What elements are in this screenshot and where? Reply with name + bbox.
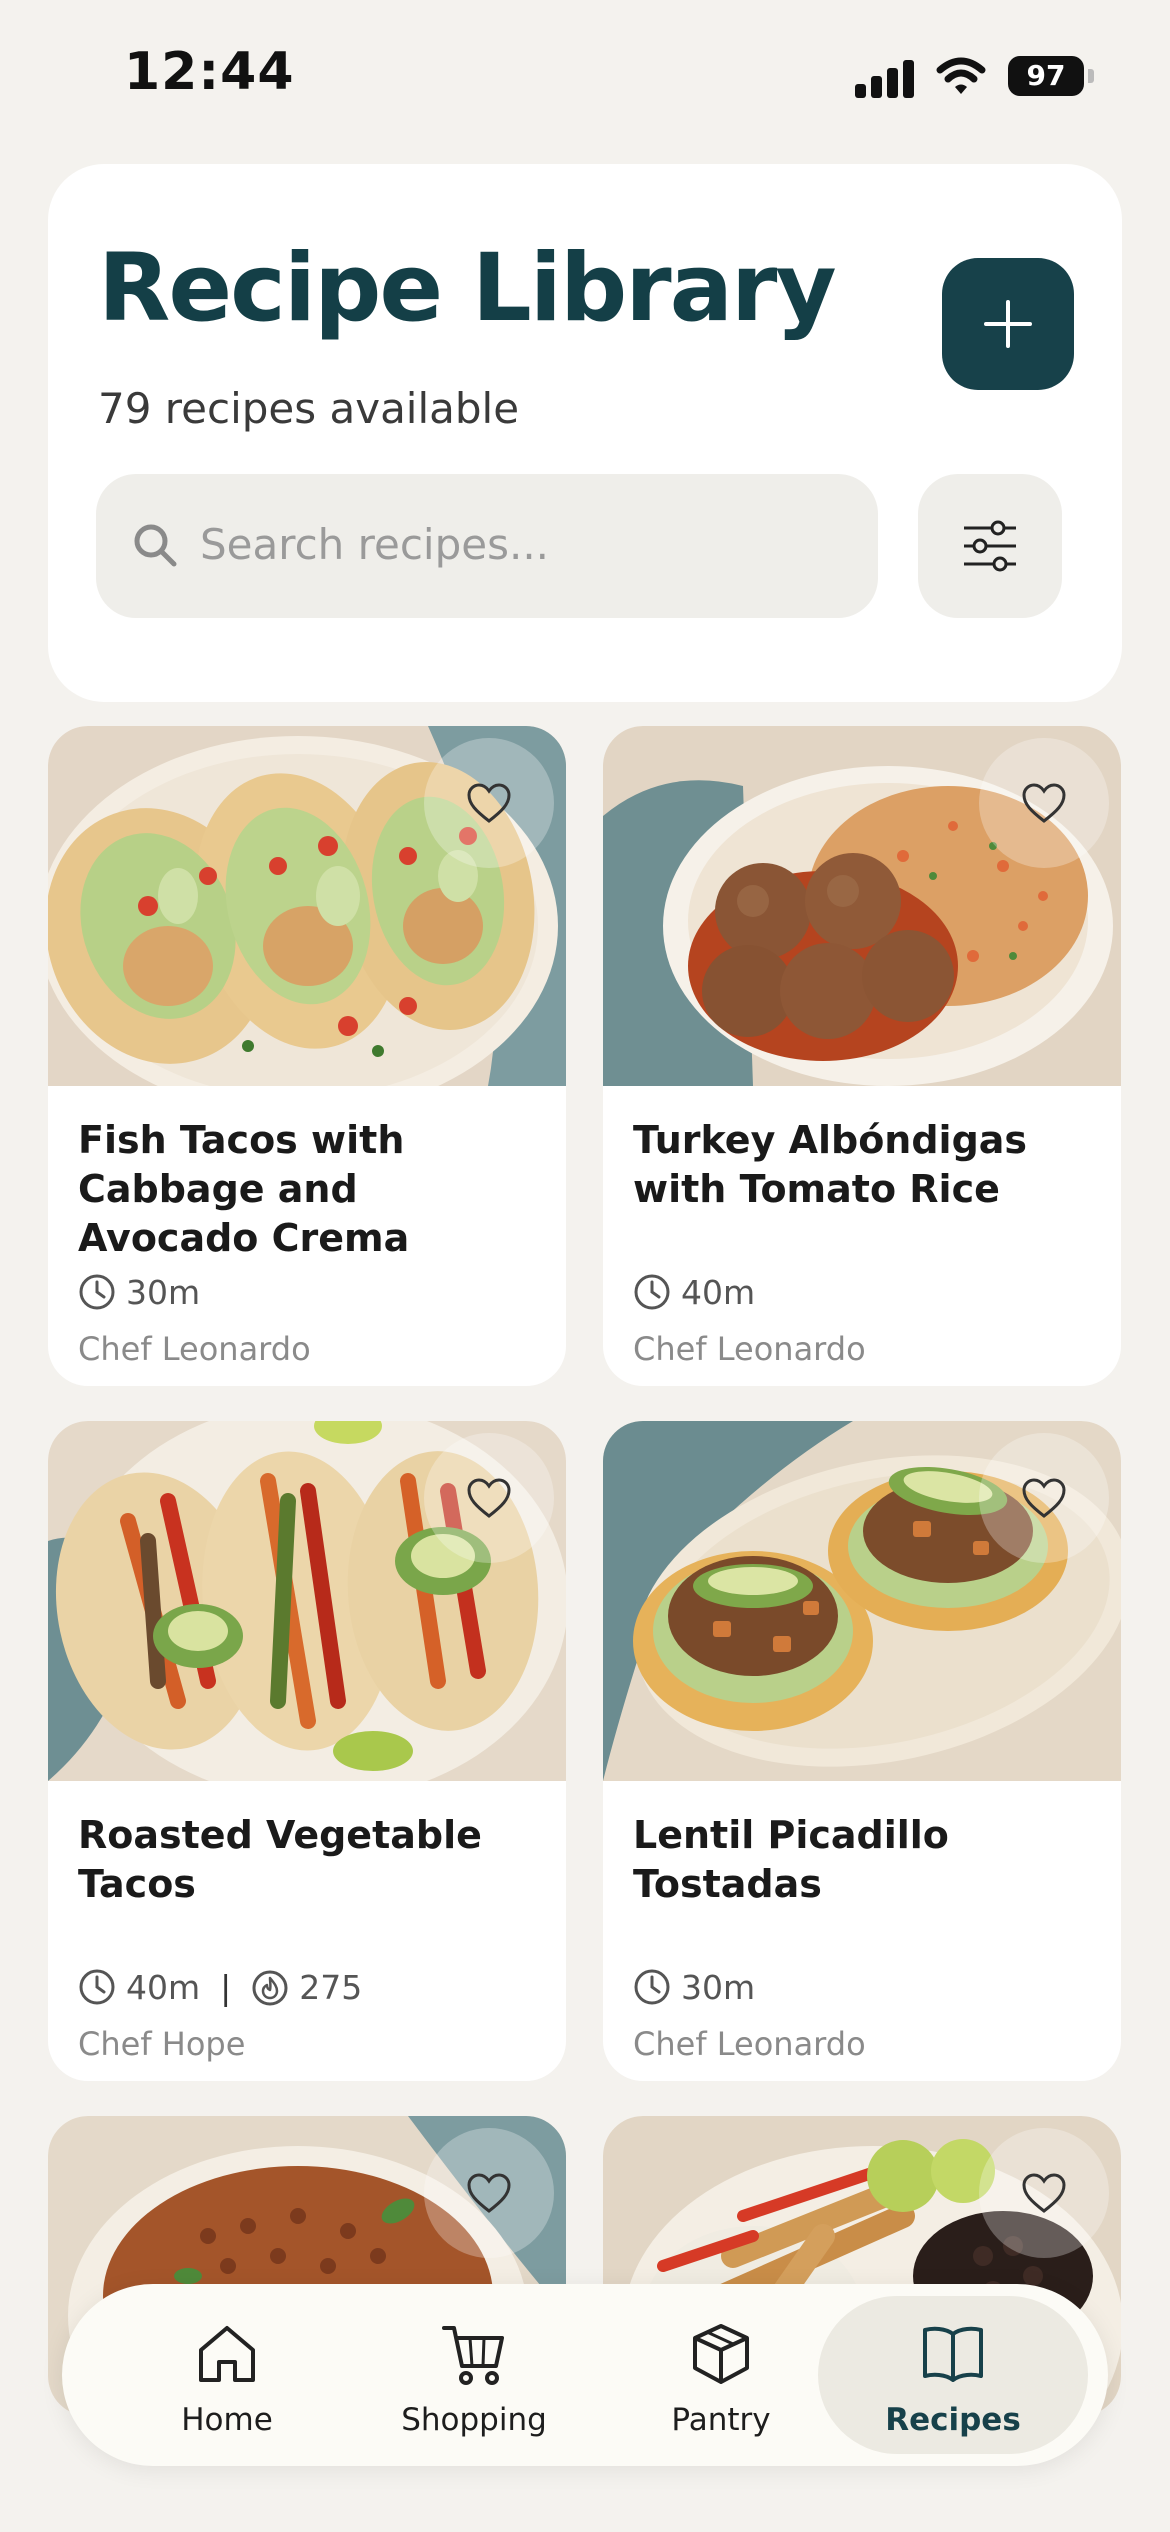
recipe-card[interactable]: Fish Tacos with Cabbage and Avocado Crem… bbox=[48, 726, 566, 1386]
header-card: Recipe Library 79 recipes available Sear… bbox=[48, 164, 1122, 702]
cook-time: 40m bbox=[681, 1272, 756, 1312]
wifi-icon bbox=[936, 57, 986, 94]
heart-icon bbox=[1022, 1478, 1066, 1518]
home-icon bbox=[199, 2326, 255, 2382]
nav-item-shopping[interactable]: Shopping bbox=[339, 2296, 609, 2454]
recipe-title: Lentil Picadillo Tostadas bbox=[633, 1813, 949, 1906]
heart-icon bbox=[1022, 2173, 1066, 2213]
nav-label: Recipes bbox=[885, 2402, 1021, 2438]
recipe-meta: 40m bbox=[633, 1272, 755, 1312]
recipe-image bbox=[603, 1421, 1121, 1781]
favorite-button[interactable] bbox=[979, 2128, 1109, 2258]
nav-item-home[interactable]: Home bbox=[92, 2296, 362, 2454]
search-placeholder: Search recipes... bbox=[200, 520, 550, 569]
recipe-author: Chef Hope bbox=[78, 2025, 246, 2063]
recipe-card[interactable]: Turkey Albóndigas with Tomato Rice 40m C… bbox=[603, 726, 1121, 1386]
nav-label: Pantry bbox=[671, 2402, 771, 2438]
nav-item-pantry[interactable]: Pantry bbox=[586, 2296, 856, 2454]
recipe-title: Turkey Albóndigas with Tomato Rice bbox=[633, 1118, 1028, 1211]
recipe-card[interactable]: Lentil Picadillo Tostadas 30m Chef Leona… bbox=[603, 1421, 1121, 2081]
recipe-author: Chef Leonardo bbox=[78, 1330, 311, 1368]
cook-time: 30m bbox=[126, 1272, 201, 1312]
recipe-meta: 30m bbox=[78, 1272, 200, 1312]
heart-icon bbox=[467, 783, 511, 823]
add-recipe-button[interactable] bbox=[942, 258, 1074, 390]
cellular-signal-icon bbox=[855, 58, 915, 98]
search-icon bbox=[134, 524, 177, 567]
favorite-button[interactable] bbox=[424, 1433, 554, 1563]
recipe-meta: 30m bbox=[633, 1967, 755, 2007]
nav-item-recipes[interactable]: Recipes bbox=[818, 2296, 1088, 2454]
clock-icon bbox=[634, 1274, 670, 1310]
box-icon bbox=[693, 2324, 749, 2384]
recipe-meta: 40m | 275 bbox=[78, 1967, 362, 2007]
cook-time: 40m bbox=[126, 1967, 201, 2007]
recipe-image bbox=[48, 726, 566, 1086]
nav-label: Shopping bbox=[401, 2402, 547, 2438]
sliders-icon bbox=[964, 520, 1016, 572]
recipe-author: Chef Leonardo bbox=[633, 1330, 866, 1368]
book-icon bbox=[923, 2326, 983, 2382]
recipe-image bbox=[48, 1421, 566, 1781]
recipe-card[interactable]: Roasted Vegetable Tacos 40m | 275 Chef H… bbox=[48, 1421, 566, 2081]
favorite-button[interactable] bbox=[424, 2128, 554, 2258]
status-time: 12:44 bbox=[124, 42, 295, 102]
cart-icon bbox=[442, 2326, 504, 2385]
heart-icon bbox=[467, 1478, 511, 1518]
heart-icon bbox=[1022, 783, 1066, 823]
clock-icon bbox=[634, 1969, 670, 2005]
recipe-count: 79 recipes available bbox=[98, 384, 520, 433]
favorite-button[interactable] bbox=[979, 738, 1109, 868]
battery-level: 97 bbox=[1008, 56, 1084, 96]
search-input[interactable]: Search recipes... bbox=[96, 474, 878, 618]
clock-icon bbox=[79, 1969, 115, 2005]
filter-button[interactable] bbox=[918, 474, 1062, 618]
calories: 275 bbox=[299, 1967, 363, 2007]
status-bar: 12:44 97 bbox=[0, 0, 1170, 150]
recipe-title: Fish Tacos with Cabbage and Avocado Crem… bbox=[78, 1118, 410, 1260]
meta-separator: | bbox=[220, 1967, 232, 2007]
nav-label: Home bbox=[181, 2402, 273, 2438]
clock-icon bbox=[79, 1274, 115, 1310]
favorite-button[interactable] bbox=[424, 738, 554, 868]
heart-icon bbox=[467, 2173, 511, 2213]
flame-icon bbox=[252, 1970, 288, 2006]
bottom-nav: Home Shopping Pantry Recipes bbox=[62, 2284, 1108, 2466]
recipe-image bbox=[603, 726, 1121, 1086]
recipe-author: Chef Leonardo bbox=[633, 2025, 866, 2063]
plus-icon bbox=[984, 300, 1032, 348]
page-title: Recipe Library bbox=[98, 234, 837, 343]
recipe-title: Roasted Vegetable Tacos bbox=[78, 1813, 482, 1906]
cook-time: 30m bbox=[681, 1967, 756, 2007]
favorite-button[interactable] bbox=[979, 1433, 1109, 1563]
battery-icon: 97 bbox=[1008, 56, 1094, 96]
